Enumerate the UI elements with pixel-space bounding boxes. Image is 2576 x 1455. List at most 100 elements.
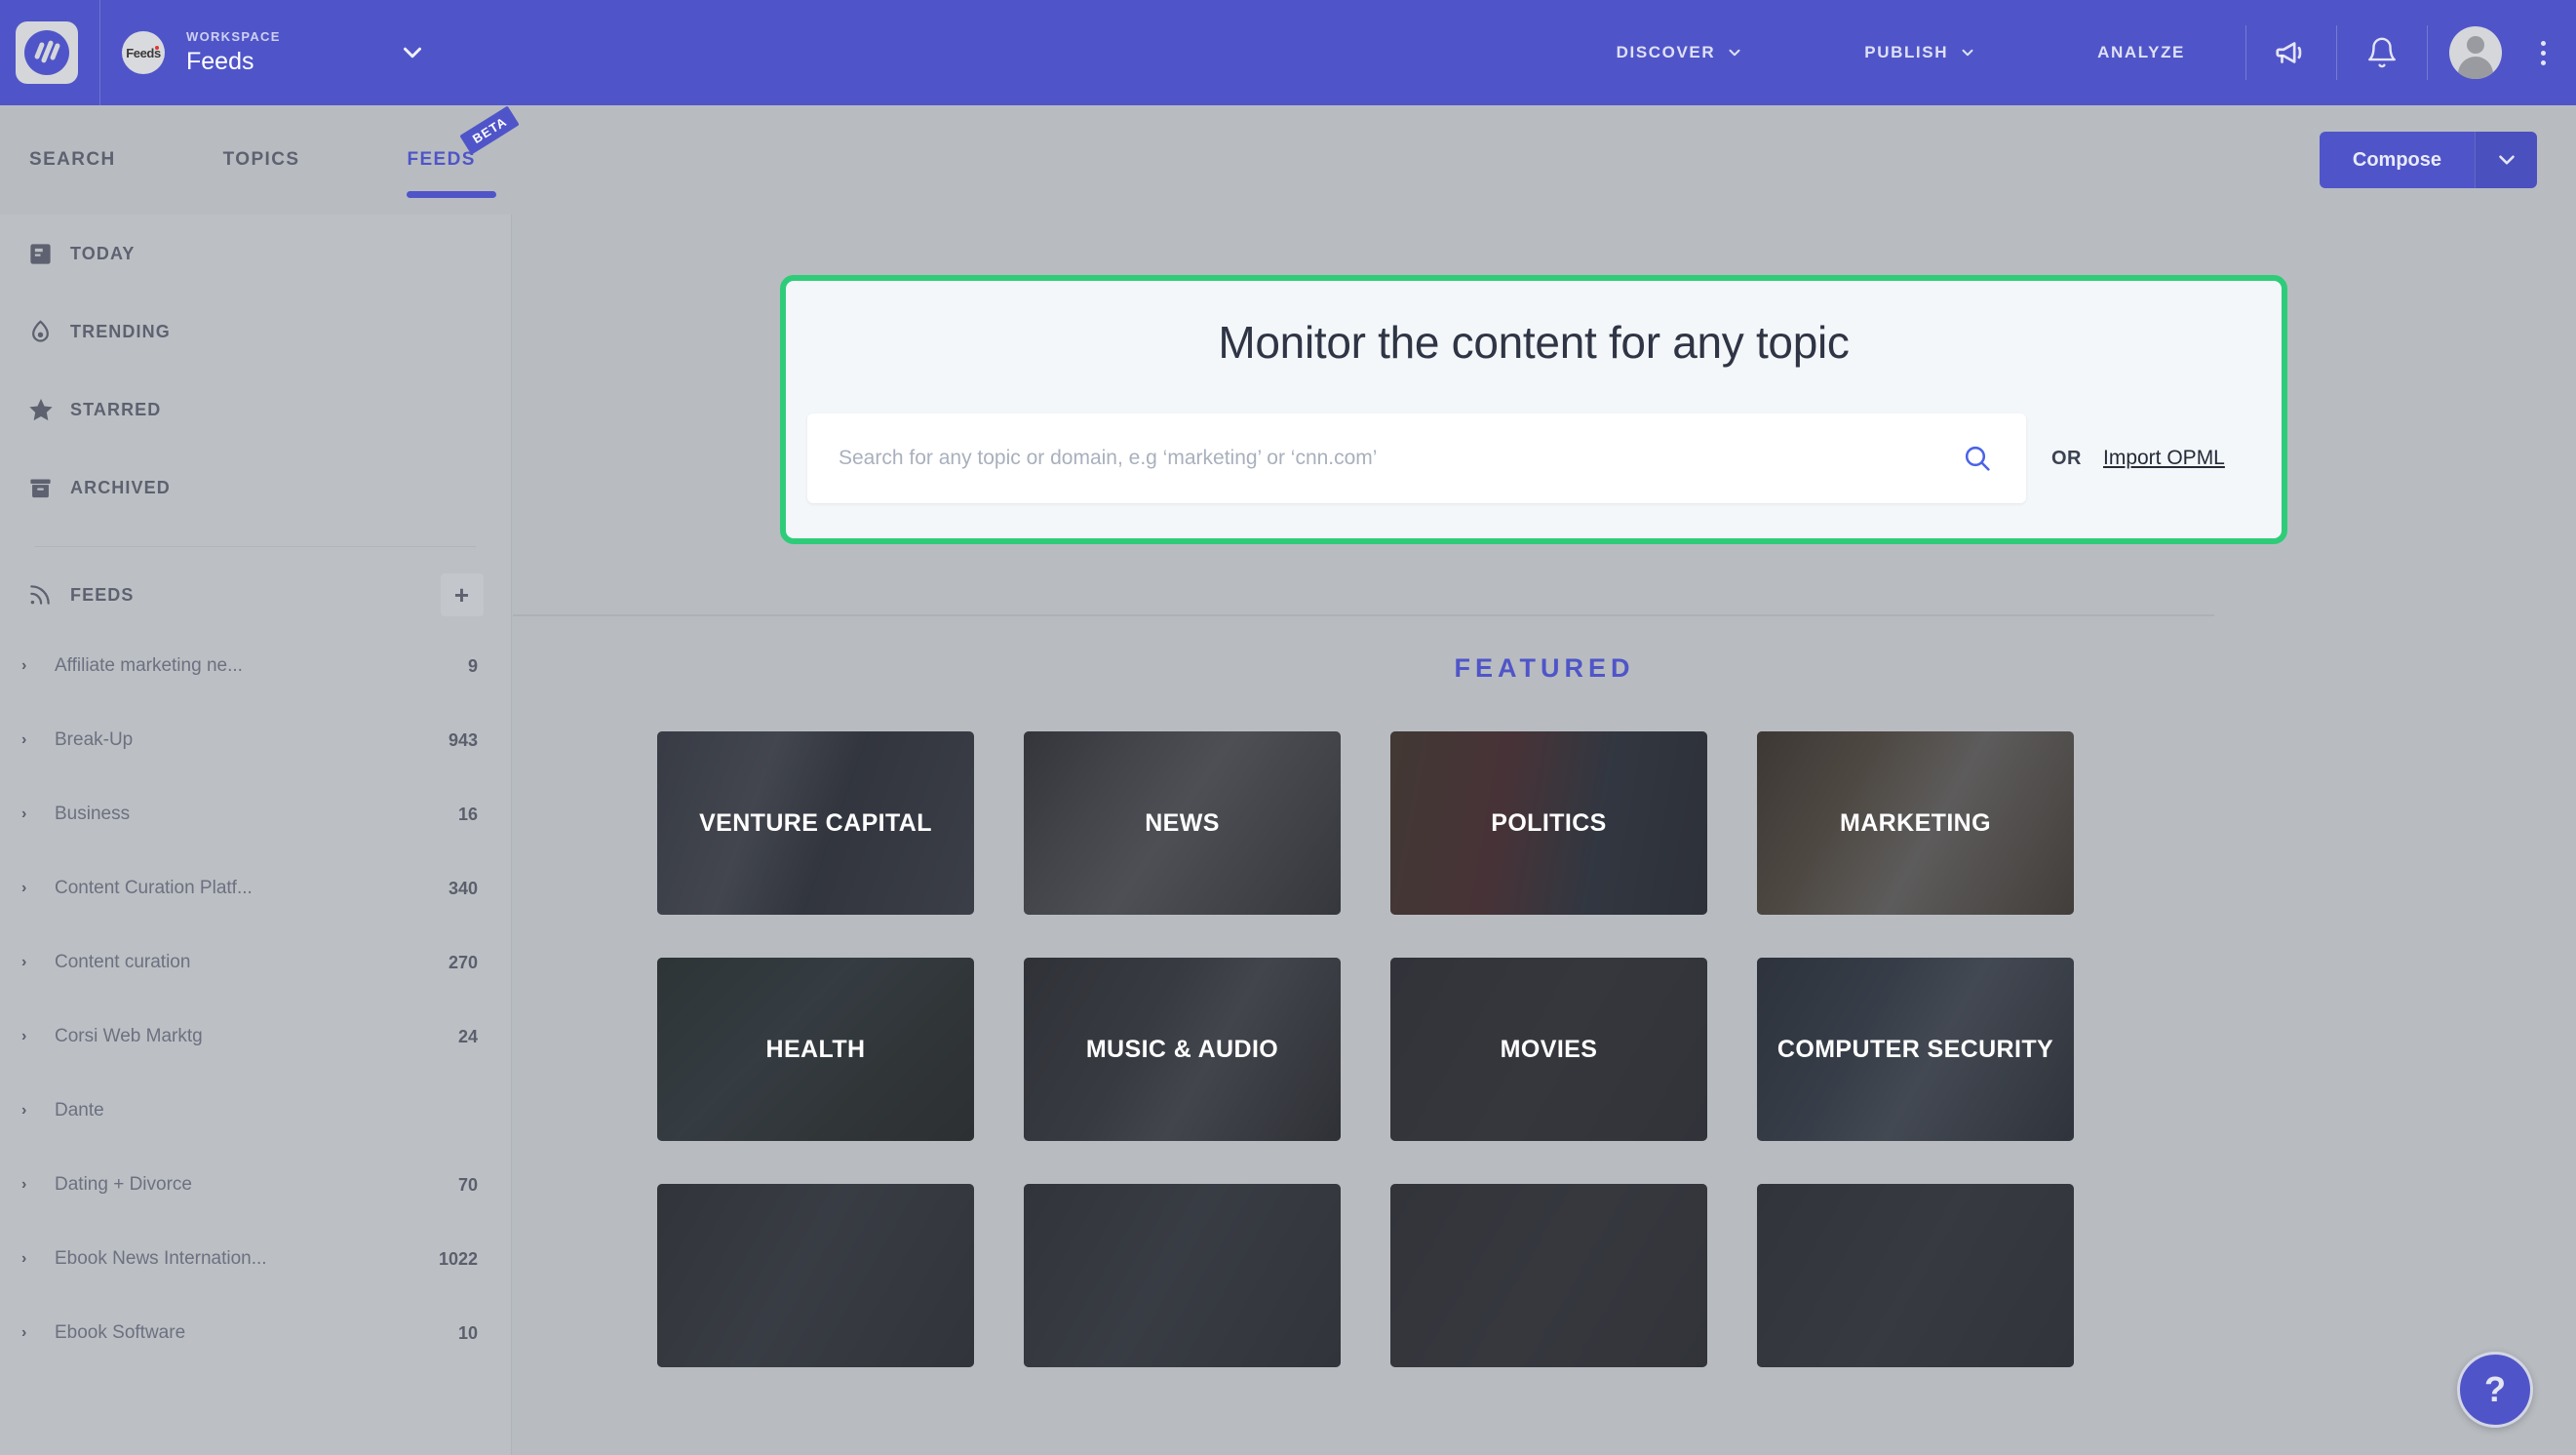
feed-name: Break-Up <box>55 729 134 750</box>
featured-card[interactable]: MUSIC & AUDIO <box>1024 958 1341 1141</box>
add-feed-button[interactable]: + <box>441 573 484 616</box>
featured-card-label: MUSIC & AUDIO <box>1085 1035 1279 1063</box>
featured-card[interactable] <box>1390 1184 1707 1367</box>
compose-button-group: Compose <box>2319 132 2537 188</box>
list-item[interactable]: › Ebook Software 10 <box>0 1296 511 1370</box>
tab-topics[interactable]: TOPICS <box>155 105 339 215</box>
sidebar-item-archived[interactable]: ARCHIVED <box>0 449 511 527</box>
top-navigation-bar: Feeds WORKSPACE Feeds DISCOVER PUBLISH A… <box>0 0 2576 105</box>
tab-feeds[interactable]: FEEDS BETA <box>338 105 521 215</box>
featured-card[interactable]: MARKETING <box>1757 731 2074 915</box>
search-icon[interactable] <box>1956 443 1999 474</box>
list-item[interactable]: › Ebook News Internation... 1022 <box>0 1222 511 1296</box>
chevron-right-icon[interactable]: › <box>21 657 55 675</box>
list-item[interactable]: › Corsi Web Marktg 24 <box>0 1000 511 1074</box>
list-item[interactable]: › Content Curation Platf... 340 <box>0 851 511 925</box>
compose-button[interactable]: Compose <box>2319 132 2475 188</box>
tab-search[interactable]: SEARCH <box>0 105 155 215</box>
nav-item-discover[interactable]: DISCOVER <box>1556 0 1805 105</box>
featured-card[interactable] <box>657 1184 974 1367</box>
avatar-head <box>2467 36 2484 54</box>
featured-card[interactable] <box>1024 1184 1341 1367</box>
featured-card[interactable]: VENTURE CAPITAL <box>657 731 974 915</box>
feed-count: 1022 <box>438 1248 478 1269</box>
list-item[interactable]: › Affiliate marketing ne... 9 <box>0 629 511 703</box>
chevron-right-icon[interactable]: › <box>21 1102 55 1120</box>
featured-card[interactable]: MOVIES <box>1390 958 1707 1141</box>
nav-item-publish-label: PUBLISH <box>1864 43 1949 61</box>
featured-card[interactable]: COMPUTER SECURITY <box>1757 958 2074 1141</box>
sidebar-feeds-header-label: FEEDS <box>70 584 135 605</box>
featured-card-label: POLITICS <box>1491 808 1607 837</box>
list-item[interactable]: › Content curation 270 <box>0 925 511 1000</box>
main-content: Monitor the content for any topic OR Imp… <box>513 215 2576 1455</box>
sidebar-item-starred-label: STARRED <box>70 399 162 419</box>
import-opml-link[interactable]: Import OPML <box>2103 447 2225 470</box>
featured-card-label: MARKETING <box>1840 808 1991 837</box>
feed-count: 24 <box>457 1026 478 1046</box>
feed-name: Corsi Web Marktg <box>55 1026 203 1046</box>
featured-card-label: NEWS <box>1145 808 1220 837</box>
chevron-right-icon[interactable]: › <box>21 806 55 823</box>
question-mark-icon: ? <box>2484 1369 2506 1409</box>
nav-item-analyze[interactable]: ANALYZE <box>2037 0 2245 105</box>
rss-icon <box>27 582 70 608</box>
search-box[interactable] <box>807 413 2026 503</box>
list-item[interactable]: › Dating + Divorce 70 <box>0 1148 511 1222</box>
chevron-right-icon[interactable]: › <box>21 731 55 749</box>
avatar[interactable] <box>2449 26 2502 79</box>
feed-name: Content Curation Platf... <box>55 878 253 898</box>
list-item[interactable]: › Break-Up 943 <box>0 703 511 777</box>
featured-card[interactable]: NEWS <box>1024 731 1341 915</box>
chevron-right-icon[interactable]: › <box>21 1028 55 1045</box>
featured-card[interactable]: HEALTH <box>657 958 974 1141</box>
card-overlay <box>1757 1184 2074 1367</box>
workspace-avatar: Feeds <box>122 31 165 74</box>
help-button[interactable]: ? <box>2457 1352 2533 1428</box>
today-icon <box>27 241 70 267</box>
nav-divider <box>2427 25 2428 80</box>
feed-count: 943 <box>448 729 478 750</box>
archive-icon <box>27 475 70 501</box>
top-nav-menu: DISCOVER PUBLISH ANALYZE <box>1556 0 2576 105</box>
featured-card-label: COMPUTER SECURITY <box>1776 1035 2054 1063</box>
compose-dropdown-toggle[interactable] <box>2475 132 2537 188</box>
feed-name: Business <box>55 804 131 824</box>
chevron-right-icon[interactable]: › <box>21 954 55 971</box>
app-logo-icon[interactable] <box>16 21 78 84</box>
avatar-body <box>2458 57 2493 79</box>
feed-name: Content curation <box>55 952 191 972</box>
workspace-switcher[interactable]: Feeds WORKSPACE Feeds <box>100 0 449 105</box>
featured-card[interactable]: POLITICS <box>1390 731 1707 915</box>
sidebar-item-starred[interactable]: STARRED <box>0 371 511 449</box>
search-input[interactable] <box>839 447 1956 470</box>
tab-feeds-label: FEEDS <box>407 149 476 170</box>
kebab-menu-icon[interactable] <box>2523 0 2562 105</box>
bell-icon[interactable] <box>2337 0 2427 105</box>
chevron-down-icon[interactable] <box>398 38 427 67</box>
chevron-right-icon[interactable]: › <box>21 1324 55 1342</box>
feed-name: Affiliate marketing ne... <box>55 655 243 676</box>
monitor-topic-panel: Monitor the content for any topic OR Imp… <box>780 275 2287 544</box>
megaphone-icon[interactable] <box>2246 0 2336 105</box>
list-item[interactable]: › Business 16 <box>0 777 511 851</box>
search-row: OR Import OPML <box>786 413 2282 503</box>
feed-count: 270 <box>448 952 478 972</box>
list-item[interactable]: › Dante <box>0 1074 511 1148</box>
chevron-right-icon[interactable]: › <box>21 1250 55 1268</box>
featured-card[interactable] <box>1757 1184 2074 1367</box>
chevron-right-icon[interactable]: › <box>21 1176 55 1194</box>
featured-heading: FEATURED <box>1454 653 1635 683</box>
sidebar-item-trending[interactable]: TRENDING <box>0 293 511 371</box>
compose-button-label: Compose <box>2352 148 2441 171</box>
chevron-right-icon[interactable]: › <box>21 880 55 897</box>
flame-icon <box>27 319 70 345</box>
feed-name: Dating + Divorce <box>55 1174 192 1195</box>
sidebar-item-today[interactable]: TODAY <box>0 215 511 293</box>
sidebar-divider <box>35 546 476 547</box>
workspace-text: WORKSPACE Feeds <box>186 29 281 76</box>
nav-item-publish[interactable]: PUBLISH <box>1804 0 2037 105</box>
sidebar-item-today-label: TODAY <box>70 243 136 263</box>
feed-count: 70 <box>457 1174 478 1195</box>
beta-badge: BETA <box>459 105 521 155</box>
